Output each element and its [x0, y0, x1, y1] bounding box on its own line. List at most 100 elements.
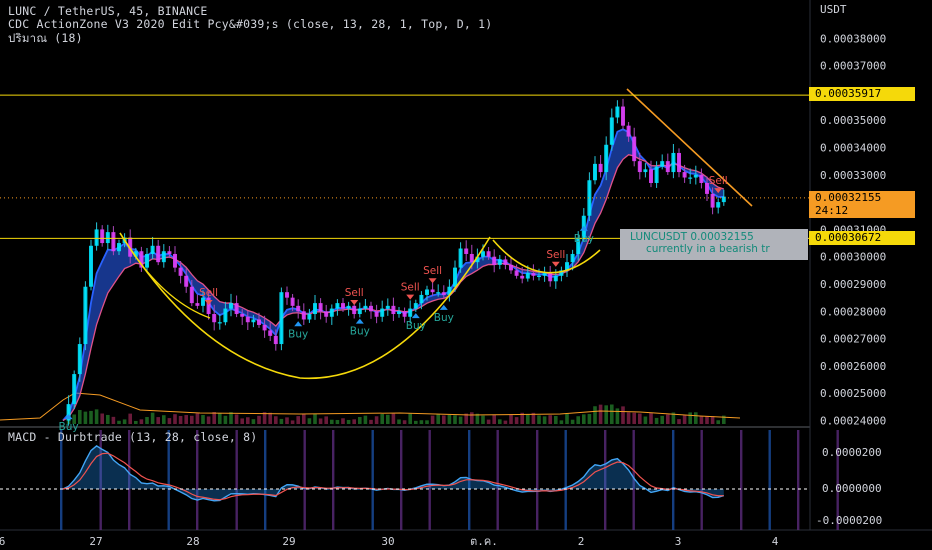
candle-body: [217, 322, 222, 324]
price-tick-label: 0.00034000: [820, 142, 886, 155]
candle-body: [150, 245, 155, 254]
macd-tick-label: 0.0000200: [822, 446, 882, 459]
candle-body: [514, 270, 519, 276]
candle-body: [492, 256, 497, 265]
volume-bar: [649, 412, 653, 424]
actionzone-band: [62, 128, 725, 422]
volume-bar: [565, 413, 569, 424]
macd-signal-bar: [196, 430, 199, 530]
volume-bar: [212, 412, 216, 424]
candle-body: [357, 308, 362, 315]
time-tick-label: ต.ค.: [470, 535, 498, 548]
buy-label: Buy: [406, 320, 426, 332]
candle-body: [464, 248, 469, 254]
macd-signal-bar: [428, 430, 431, 530]
buy-arrow: [411, 313, 420, 319]
buy-label: Buy: [574, 233, 594, 245]
candle-body: [654, 166, 659, 183]
volume-bar: [436, 414, 440, 424]
candle-body: [257, 319, 261, 325]
volume-bar: [526, 414, 530, 424]
volume-bar: [341, 418, 345, 424]
volume-bar: [632, 412, 636, 424]
time-tick-label: 27: [89, 535, 102, 548]
volume-bar: [481, 415, 485, 424]
volume-bar: [442, 415, 446, 424]
price-tick-label: 0.00037000: [820, 60, 886, 73]
volume-bar: [470, 412, 474, 424]
price-tick-label: 0.00029000: [820, 278, 886, 291]
volume-bar: [330, 419, 334, 424]
candle-body: [626, 125, 631, 137]
volume-bar: [542, 416, 547, 424]
volume-bar: [705, 416, 709, 424]
candle-body: [637, 161, 642, 173]
candle-body: [598, 163, 603, 173]
volume-bar: [307, 418, 312, 424]
candle-body: [178, 267, 183, 276]
price-tick-label: 0.00033000: [820, 169, 886, 182]
candle-body: [665, 161, 670, 173]
volume-bar: [240, 418, 244, 424]
candle-body: [671, 152, 676, 173]
candle-body: [682, 172, 687, 178]
time-axis: 6 27 28 29 30 ต.ค. 2 3 4: [0, 535, 779, 548]
volume-bar: [117, 420, 121, 424]
volume-bar: [430, 415, 435, 424]
volume-bar: [279, 418, 284, 424]
macd-signal-bar: [496, 430, 499, 530]
volume-bar: [178, 415, 183, 424]
candle-body: [716, 202, 721, 208]
volume-bar: [89, 410, 93, 424]
resistance-price-tag: 0.00035917: [809, 87, 915, 101]
sell-label: Sell: [401, 282, 420, 294]
volume-bar: [352, 419, 356, 424]
candle-body: [458, 248, 463, 268]
candle-body: [251, 319, 256, 323]
support-price-tag: 0.00030672: [809, 231, 915, 245]
candle-body: [643, 169, 648, 173]
candle-body: [688, 177, 693, 179]
candle-body: [161, 251, 166, 263]
volume-bar: [447, 414, 452, 424]
candle-body: [441, 292, 446, 295]
candle-body: [229, 303, 233, 309]
sell-arrow: [350, 300, 359, 306]
candle-body: [296, 305, 301, 312]
volume-bar: [268, 412, 272, 424]
volume-bar: [638, 413, 642, 424]
candle-body: [189, 286, 194, 304]
candle-body: [268, 330, 273, 336]
sell-label: Sell: [199, 287, 218, 299]
volume-title: ปริมาณ (18): [8, 31, 83, 45]
price-chart[interactable]: BuySellBuySellBuySellBuySellBuySellBuySe…: [0, 0, 932, 550]
volume-bar: [643, 416, 648, 424]
candle-body: [419, 294, 424, 304]
buy-label: Buy: [434, 312, 454, 324]
volume-bar: [374, 416, 379, 424]
symbol-title: LUNC / TetherUS, 45, BINANCE: [8, 4, 208, 18]
volume-bar: [593, 406, 597, 424]
candle-body: [486, 251, 491, 257]
candle-body: [408, 308, 413, 317]
candle-body: [380, 308, 385, 317]
candle-body: [89, 245, 93, 287]
volume-bar: [677, 419, 681, 424]
volume-bar: [688, 412, 692, 424]
annotation-line-1: LUNCUSDT 0.00032155: [630, 231, 754, 243]
volume-bar: [554, 415, 558, 424]
volume-bar: [111, 416, 116, 424]
price-tick-label: 0.00028000: [820, 305, 886, 318]
candle-body: [77, 344, 82, 375]
candle-body: [615, 106, 620, 118]
candle-body: [341, 303, 345, 309]
bearish-trend-line: [626, 88, 753, 207]
macd-signal-bar: [564, 430, 567, 530]
volume-bar: [145, 417, 149, 424]
candle-body: [262, 324, 267, 331]
buy-arrow: [355, 318, 364, 324]
volume-bar: [654, 417, 659, 424]
sell-arrow: [406, 294, 415, 300]
sell-arrow: [551, 261, 560, 267]
volume-bar: [167, 418, 172, 424]
